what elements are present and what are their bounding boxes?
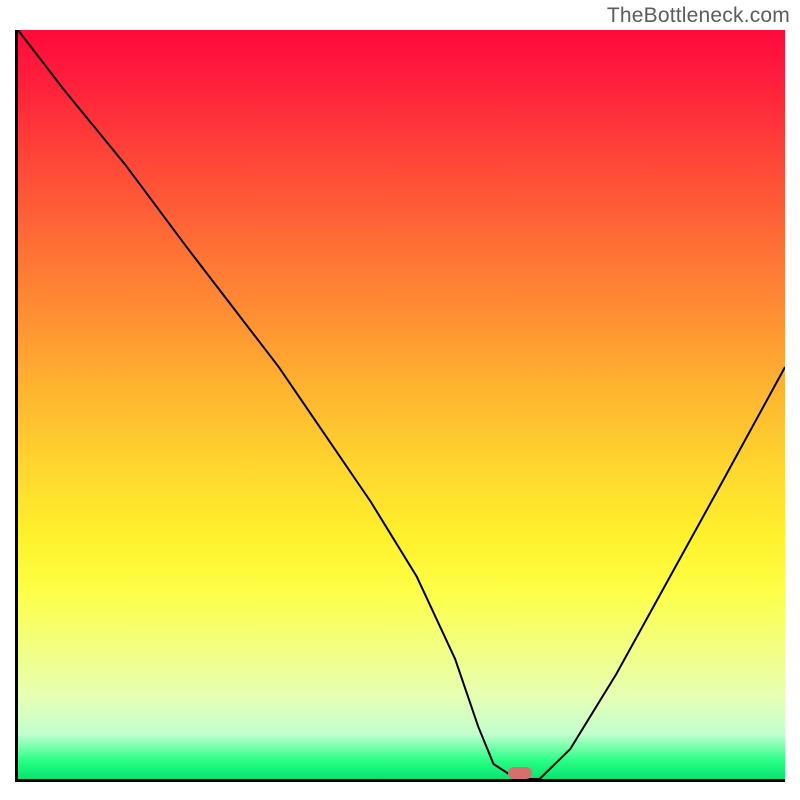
curve-marker — [508, 767, 532, 779]
chart-container: TheBottleneck.com — [0, 0, 800, 800]
plot-area — [15, 30, 785, 782]
watermark-label: TheBottleneck.com — [607, 4, 790, 28]
curve-svg — [18, 30, 785, 779]
curve-path — [18, 30, 785, 779]
